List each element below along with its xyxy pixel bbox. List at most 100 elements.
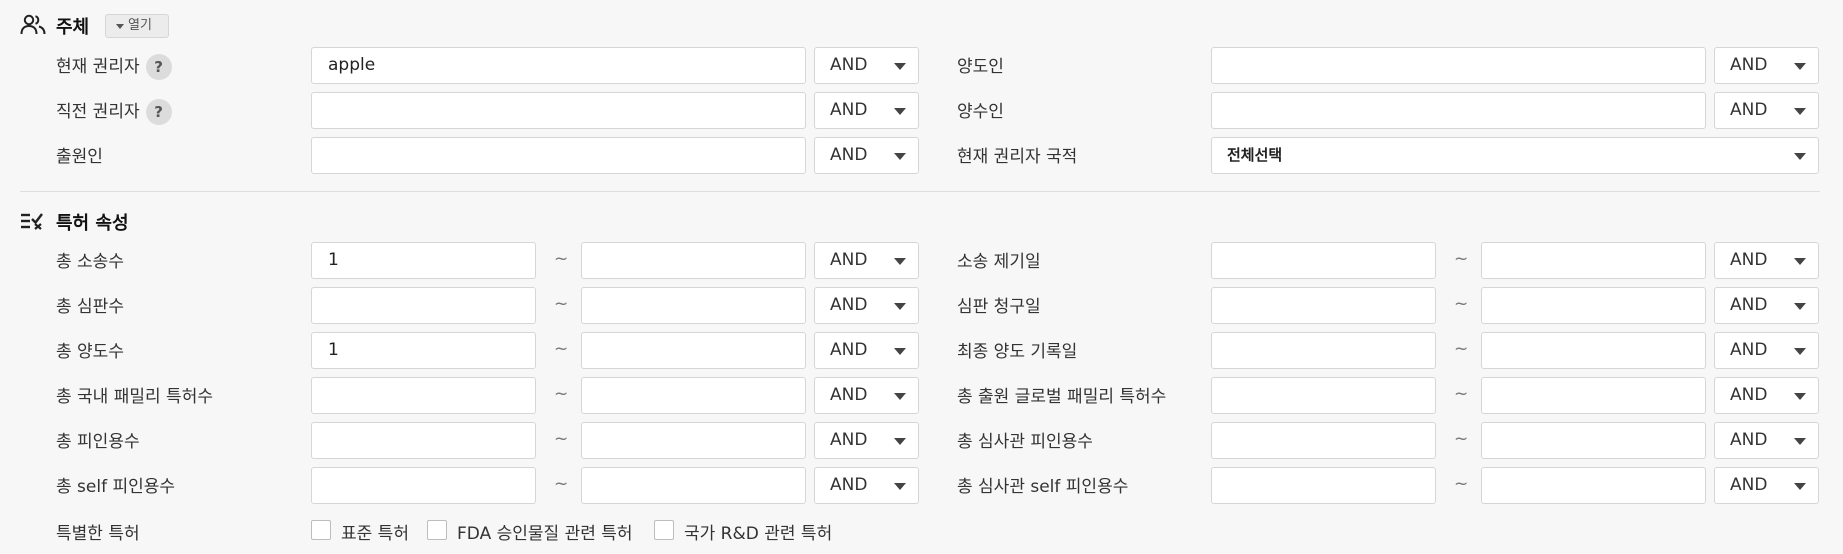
attr-from-input[interactable]: [1211, 467, 1436, 504]
assignee-operator-select[interactable]: AND: [1714, 92, 1819, 129]
attr-from-input[interactable]: 1: [311, 242, 536, 279]
previous-owner-operator-select[interactable]: AND: [814, 92, 919, 129]
attr-operator-select[interactable]: AND: [1714, 377, 1819, 414]
owner-nationality-select[interactable]: 전체선택: [1211, 137, 1819, 174]
applicant-label: 출원인: [56, 147, 103, 167]
attr-to-input[interactable]: [581, 287, 806, 324]
fda-patent-checkbox[interactable]: [427, 520, 447, 540]
dropdown-arrow-icon: [1794, 348, 1806, 355]
attr-label-right-0: 소송 제기일: [957, 252, 1041, 272]
attr-to-input[interactable]: [581, 242, 806, 279]
dropdown-arrow-icon: [894, 108, 906, 115]
operator-value: AND: [830, 295, 868, 315]
help-icon[interactable]: ?: [145, 99, 172, 125]
current-owner-input[interactable]: apple: [311, 47, 806, 84]
attr-to-input[interactable]: [581, 332, 806, 369]
national-rnd-patent-checkbox[interactable]: [654, 520, 674, 540]
attr-from-input[interactable]: [311, 377, 536, 414]
current-owner-label: 현재 권리자?: [56, 52, 172, 80]
operator-value: AND: [1730, 295, 1768, 315]
attr-to-input[interactable]: [1481, 287, 1706, 324]
expand-toggle-label: 열기: [128, 18, 152, 33]
applicant-input[interactable]: [311, 137, 806, 174]
expand-toggle-button[interactable]: 열기: [105, 14, 169, 38]
attr-operator-select[interactable]: AND: [1714, 422, 1819, 459]
range-tilde: ~: [1454, 339, 1469, 359]
people-icon: [20, 14, 46, 36]
nationality-value: 전체선택: [1227, 146, 1283, 164]
attr-to-input[interactable]: [1481, 377, 1706, 414]
attr-label-left-1: 총 심판수: [56, 297, 124, 317]
attr-from-input[interactable]: [1211, 377, 1436, 414]
previous-owner-label: 직전 권리자?: [56, 97, 172, 125]
attr-from-input[interactable]: [311, 467, 536, 504]
assignee-label: 양수인: [957, 102, 1004, 122]
attr-operator-select[interactable]: AND: [1714, 287, 1819, 324]
dropdown-arrow-icon: [894, 258, 906, 265]
attr-label-left-2: 총 양도수: [56, 342, 124, 362]
attr-operator-select[interactable]: AND: [814, 287, 919, 324]
attr-from-input[interactable]: [1211, 242, 1436, 279]
attr-label-right-2: 최종 양도 기록일: [957, 342, 1078, 362]
attr-from-input[interactable]: [1211, 287, 1436, 324]
attr-label-left-3: 총 국내 패밀리 특허수: [56, 387, 213, 407]
attr-to-input[interactable]: [581, 377, 806, 414]
operator-value: AND: [1730, 55, 1768, 75]
attr-label-left-0: 총 소송수: [56, 252, 124, 272]
range-tilde: ~: [1454, 294, 1469, 314]
operator-value: AND: [830, 340, 868, 360]
fda-patent-label: FDA 승인물질 관련 특허: [457, 524, 633, 544]
attr-operator-select[interactable]: AND: [814, 422, 919, 459]
attr-to-input[interactable]: [581, 467, 806, 504]
attr-operator-select[interactable]: AND: [814, 242, 919, 279]
attr-from-input[interactable]: [1211, 332, 1436, 369]
operator-value: AND: [1730, 250, 1768, 270]
operator-value: AND: [830, 475, 868, 495]
current-owner-operator-select[interactable]: AND: [814, 47, 919, 84]
standard-patent-checkbox[interactable]: [311, 520, 331, 540]
dropdown-arrow-icon: [1794, 108, 1806, 115]
attr-operator-select[interactable]: AND: [814, 467, 919, 504]
range-tilde: ~: [1454, 249, 1469, 269]
previous-owner-input[interactable]: [311, 92, 806, 129]
assignor-operator-select[interactable]: AND: [1714, 47, 1819, 84]
dropdown-arrow-icon: [894, 393, 906, 400]
attr-to-input[interactable]: [581, 422, 806, 459]
attr-to-input[interactable]: [1481, 467, 1706, 504]
assignee-input[interactable]: [1211, 92, 1706, 129]
attr-operator-select[interactable]: AND: [1714, 467, 1819, 504]
current-owner-label-text: 현재 권리자: [56, 57, 140, 77]
special-patent-label: 특별한 특허: [56, 524, 140, 544]
attr-label-left-5: 총 self 피인용수: [56, 477, 176, 497]
operator-value: AND: [830, 250, 868, 270]
attr-operator-select[interactable]: AND: [1714, 242, 1819, 279]
attr-to-input[interactable]: [1481, 332, 1706, 369]
attr-to-input[interactable]: [1481, 422, 1706, 459]
previous-owner-label-text: 직전 권리자: [56, 102, 140, 122]
attr-label-right-5: 총 심사관 self 피인용수: [957, 477, 1129, 497]
applicant-operator-select[interactable]: AND: [814, 137, 919, 174]
operator-value: AND: [1730, 430, 1768, 450]
range-tilde: ~: [554, 294, 569, 314]
range-tilde: ~: [554, 339, 569, 359]
attr-from-input[interactable]: [311, 422, 536, 459]
attr-from-input[interactable]: [1211, 422, 1436, 459]
operator-value: AND: [1730, 385, 1768, 405]
dropdown-arrow-icon: [1794, 483, 1806, 490]
attr-operator-select[interactable]: AND: [1714, 332, 1819, 369]
assignor-input[interactable]: [1211, 47, 1706, 84]
dropdown-arrow-icon: [1794, 153, 1806, 160]
attr-operator-select[interactable]: AND: [814, 332, 919, 369]
attr-operator-select[interactable]: AND: [814, 377, 919, 414]
attr-from-input[interactable]: 1: [311, 332, 536, 369]
dropdown-arrow-icon: [894, 438, 906, 445]
attr-from-input[interactable]: [311, 287, 536, 324]
operator-value: AND: [1730, 100, 1768, 120]
help-icon[interactable]: ?: [145, 54, 172, 80]
dropdown-arrow-icon: [894, 348, 906, 355]
operator-value: AND: [830, 100, 868, 120]
national-rnd-patent-label: 국가 R&D 관련 특허: [684, 524, 833, 544]
attr-label-right-1: 심판 청구일: [957, 297, 1041, 317]
dropdown-arrow-icon: [894, 483, 906, 490]
attr-to-input[interactable]: [1481, 242, 1706, 279]
